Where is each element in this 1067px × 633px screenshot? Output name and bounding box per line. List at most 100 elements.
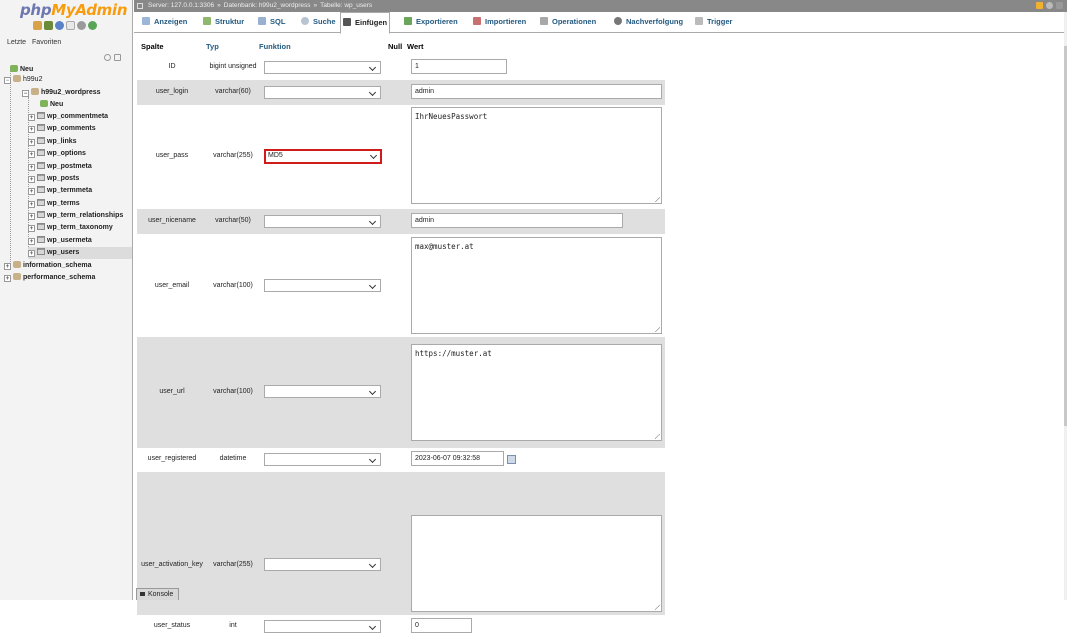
- link-with-main-icon[interactable]: [114, 54, 121, 61]
- chevron-down-icon: [368, 88, 377, 97]
- tree-table-wp-postmeta[interactable]: + wp_postmeta: [28, 161, 92, 173]
- tab-label: Importieren: [485, 17, 527, 26]
- nav-icon-bar: [33, 21, 97, 30]
- tree-table-wp-term-taxonomy[interactable]: + wp_term_taxonomy: [28, 222, 113, 234]
- value-input[interactable]: admin: [411, 213, 623, 228]
- breadcrumb-database[interactable]: Datenbank: h99u2_wordpress: [224, 2, 311, 9]
- reload-icon[interactable]: [88, 21, 97, 30]
- tree-table-wp-termmeta[interactable]: + wp_termmeta: [28, 185, 92, 197]
- tree-table-wp-options[interactable]: + wp_options: [28, 148, 86, 160]
- expand-icon[interactable]: +: [28, 188, 35, 195]
- tree-db-h99u2-wordpress[interactable]: − h99u2_wordpress: [22, 87, 101, 99]
- tree-table-wp-users[interactable]: + wp_users: [28, 247, 132, 259]
- expand-icon[interactable]: +: [28, 225, 35, 232]
- tab-browse[interactable]: Anzeigen: [142, 12, 187, 32]
- value-input[interactable]: 1: [411, 59, 507, 74]
- tab-structure[interactable]: Struktur: [203, 12, 244, 32]
- expand-icon[interactable]: +: [4, 275, 11, 282]
- tab-triggers[interactable]: Trigger: [695, 12, 732, 32]
- resize-handle[interactable]: [655, 197, 660, 202]
- tab-tracking[interactable]: Nachverfolgung: [614, 12, 683, 32]
- function-select[interactable]: [264, 385, 381, 398]
- collapse-icon[interactable]: −: [4, 77, 11, 84]
- header-function[interactable]: Funktion: [259, 42, 291, 51]
- function-select[interactable]: [264, 453, 381, 466]
- resize-handle[interactable]: [655, 327, 660, 332]
- tree-table-wp-links[interactable]: + wp_links: [28, 136, 77, 148]
- breadcrumb-separator: »: [313, 2, 318, 9]
- function-select[interactable]: [264, 86, 381, 99]
- function-select[interactable]: [264, 215, 381, 228]
- breadcrumb-table[interactable]: Tabelle: wp_users: [320, 2, 372, 9]
- tree-table-wp-term-relationships[interactable]: + wp_term_relationships: [28, 210, 123, 222]
- tree-table-wp-commentmeta[interactable]: + wp_commentmeta: [28, 111, 108, 123]
- value-input[interactable]: 2023-06-07 09:32:58: [411, 451, 504, 466]
- function-select[interactable]: [264, 279, 381, 292]
- settings-icon[interactable]: [77, 21, 86, 30]
- value-textarea[interactable]: max@muster.at: [411, 237, 662, 334]
- expand-icon[interactable]: +: [28, 238, 35, 245]
- breadcrumb-server[interactable]: Server: 127.0.0.1:3306: [148, 2, 214, 9]
- gear-icon[interactable]: [1046, 2, 1053, 9]
- tab-import[interactable]: Importieren: [473, 12, 526, 32]
- expand-icon[interactable]: +: [28, 201, 35, 208]
- help-icon[interactable]: [55, 21, 64, 30]
- expand-icon[interactable]: +: [28, 139, 35, 146]
- phpmyadmin-logo[interactable]: phpMyAdmin: [20, 1, 128, 19]
- expand-icon[interactable]: +: [28, 250, 35, 257]
- header-type[interactable]: Typ: [206, 42, 219, 51]
- tab-favorites[interactable]: Favoriten: [32, 39, 61, 46]
- tab-search[interactable]: Suche: [301, 12, 336, 32]
- tree-db-h99u2[interactable]: − h99u2: [4, 74, 42, 86]
- export-icon: [404, 17, 412, 25]
- expand-icon[interactable]: +: [28, 164, 35, 171]
- tab-sql[interactable]: SQL: [258, 12, 285, 32]
- table-row: user_registered datetime 2023-06-07 09:3…: [137, 448, 665, 472]
- home-icon[interactable]: [33, 21, 42, 30]
- close-icon[interactable]: [1056, 2, 1063, 9]
- resize-handle[interactable]: [655, 605, 660, 610]
- function-select[interactable]: [264, 61, 381, 74]
- expand-icon[interactable]: +: [28, 126, 35, 133]
- docs-icon[interactable]: [66, 21, 75, 30]
- tab-export[interactable]: Exportieren: [404, 12, 458, 32]
- tree-label: information_schema: [23, 262, 92, 269]
- lock-icon[interactable]: [1036, 2, 1043, 9]
- tab-insert[interactable]: Einfügen: [340, 12, 391, 34]
- calendar-icon[interactable]: [507, 455, 516, 464]
- resize-handle[interactable]: [655, 434, 660, 439]
- expand-icon[interactable]: +: [28, 213, 35, 220]
- tab-recent[interactable]: Letzte: [7, 39, 26, 46]
- tree-table-wp-comments[interactable]: + wp_comments: [28, 123, 96, 135]
- tree-label: wp_term_relationships: [47, 212, 124, 219]
- tree-db-information-schema[interactable]: + information_schema: [4, 260, 91, 272]
- value-input[interactable]: admin: [411, 84, 662, 99]
- value-textarea[interactable]: [411, 515, 662, 612]
- function-select[interactable]: [264, 620, 381, 633]
- tab-operations[interactable]: Operationen: [540, 12, 596, 32]
- tree-table-wp-usermeta[interactable]: + wp_usermeta: [28, 235, 92, 247]
- function-value: MD5: [268, 152, 283, 159]
- new-icon: [10, 65, 18, 72]
- collapse-nav-icon[interactable]: [137, 3, 143, 9]
- collapse-all-icon[interactable]: [104, 54, 111, 61]
- collapse-icon[interactable]: −: [22, 90, 29, 97]
- tree-new-table[interactable]: Neu: [40, 99, 63, 111]
- expand-icon[interactable]: +: [28, 176, 35, 183]
- expand-icon[interactable]: +: [4, 263, 11, 270]
- value-textarea[interactable]: IhrNeuesPasswort: [411, 107, 662, 204]
- expand-icon[interactable]: +: [28, 114, 35, 121]
- function-select[interactable]: MD5: [264, 149, 382, 164]
- table-row: user_email varchar(100) max@muster.at: [137, 234, 665, 337]
- tree-table-wp-posts[interactable]: + wp_posts: [28, 173, 79, 185]
- structure-icon: [203, 17, 211, 25]
- tree-db-performance-schema[interactable]: + performance_schema: [4, 272, 95, 284]
- logout-icon[interactable]: [44, 21, 53, 30]
- database-icon: [13, 261, 21, 268]
- console-toggle[interactable]: Konsole: [136, 588, 179, 600]
- tree-table-wp-terms[interactable]: + wp_terms: [28, 198, 80, 210]
- value-input[interactable]: 0: [411, 618, 472, 633]
- expand-icon[interactable]: +: [28, 151, 35, 158]
- value-textarea[interactable]: https://muster.at: [411, 344, 662, 441]
- function-select[interactable]: [264, 558, 381, 571]
